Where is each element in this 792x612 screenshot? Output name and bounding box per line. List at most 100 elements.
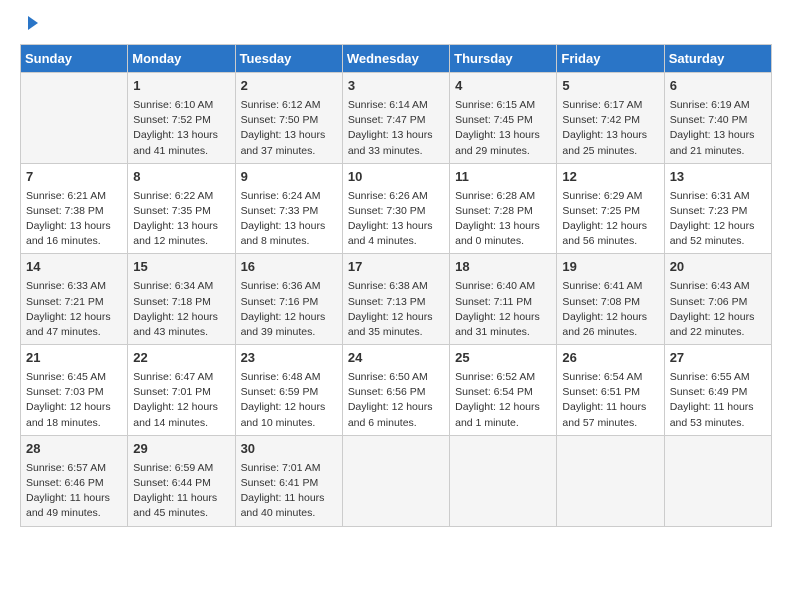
day-info: Sunrise: 6:45 AM Sunset: 7:03 PM Dayligh…: [26, 370, 122, 431]
calendar-cell: 2 Sunrise: 6:12 AM Sunset: 7:50 PM Daylig…: [235, 73, 342, 164]
day-info: Sunrise: 6:31 AM Sunset: 7:23 PM Dayligh…: [670, 189, 766, 250]
day-number: 30: [241, 440, 337, 459]
day-info: Sunrise: 6:29 AM Sunset: 7:25 PM Dayligh…: [562, 189, 658, 250]
calendar-cell: 4 Sunrise: 6:15 AM Sunset: 7:45 PM Daylig…: [450, 73, 557, 164]
day-number: 21: [26, 349, 122, 368]
day-number: 7: [26, 168, 122, 187]
day-number: 10: [348, 168, 444, 187]
calendar-cell: [21, 73, 128, 164]
day-number: 19: [562, 258, 658, 277]
calendar-table: SundayMondayTuesdayWednesdayThursdayFrid…: [20, 44, 772, 527]
day-number: 11: [455, 168, 551, 187]
calendar-cell: 22Sunrise: 6:47 AM Sunset: 7:01 PM Dayli…: [128, 345, 235, 436]
day-number: 3: [348, 77, 444, 96]
day-number: 9: [241, 168, 337, 187]
logo-triangle-icon: [22, 14, 40, 32]
day-number: 23: [241, 349, 337, 368]
day-info: Sunrise: 6:36 AM Sunset: 7:16 PM Dayligh…: [241, 279, 337, 340]
calendar-header: SundayMondayTuesdayWednesdayThursdayFrid…: [21, 45, 772, 73]
day-number: 26: [562, 349, 658, 368]
day-number: 25: [455, 349, 551, 368]
calendar-week-2: 7 Sunrise: 6:21 AM Sunset: 7:38 PM Daylig…: [21, 163, 772, 254]
day-info: Sunrise: 6:43 AM Sunset: 7:06 PM Dayligh…: [670, 279, 766, 340]
day-number: 15: [133, 258, 229, 277]
day-info: Sunrise: 6:34 AM Sunset: 7:18 PM Dayligh…: [133, 279, 229, 340]
calendar-cell: 29 Sunrise: 6:59 AM Sunset: 6:44 PM Dayli…: [128, 435, 235, 526]
header-day-friday: Friday: [557, 45, 664, 73]
day-info: Sunrise: 6:24 AM Sunset: 7:33 PM Dayligh…: [241, 189, 337, 250]
day-info: Sunrise: 6:48 AM Sunset: 6:59 PM Dayligh…: [241, 370, 337, 431]
calendar-cell: 17 Sunrise: 6:38 AM Sunset: 7:13 PM Dayli…: [342, 254, 449, 345]
day-info: Sunrise: 6:14 AM Sunset: 7:47 PM Dayligh…: [348, 98, 444, 159]
calendar-cell: 25Sunrise: 6:52 AM Sunset: 6:54 PM Dayli…: [450, 345, 557, 436]
calendar-cell: 18 Sunrise: 6:40 AM Sunset: 7:11 PM Dayli…: [450, 254, 557, 345]
day-number: 5: [562, 77, 658, 96]
calendar-cell: 14 Sunrise: 6:33 AM Sunset: 7:21 PM Dayli…: [21, 254, 128, 345]
calendar-cell: 13Sunrise: 6:31 AM Sunset: 7:23 PM Dayli…: [664, 163, 771, 254]
day-info: Sunrise: 6:41 AM Sunset: 7:08 PM Dayligh…: [562, 279, 658, 340]
day-info: Sunrise: 6:12 AM Sunset: 7:50 PM Dayligh…: [241, 98, 337, 159]
calendar-cell: 15 Sunrise: 6:34 AM Sunset: 7:18 PM Dayli…: [128, 254, 235, 345]
calendar-cell: 28 Sunrise: 6:57 AM Sunset: 6:46 PM Dayli…: [21, 435, 128, 526]
calendar-cell: 11 Sunrise: 6:28 AM Sunset: 7:28 PM Dayli…: [450, 163, 557, 254]
calendar-cell: [664, 435, 771, 526]
calendar-cell: 19 Sunrise: 6:41 AM Sunset: 7:08 PM Dayli…: [557, 254, 664, 345]
day-info: Sunrise: 6:54 AM Sunset: 6:51 PM Dayligh…: [562, 370, 658, 431]
day-info: Sunrise: 6:59 AM Sunset: 6:44 PM Dayligh…: [133, 461, 229, 522]
day-number: 20: [670, 258, 766, 277]
day-number: 4: [455, 77, 551, 96]
day-info: Sunrise: 6:26 AM Sunset: 7:30 PM Dayligh…: [348, 189, 444, 250]
logo: [20, 20, 40, 28]
calendar-cell: [450, 435, 557, 526]
day-number: 28: [26, 440, 122, 459]
day-number: 27: [670, 349, 766, 368]
calendar-cell: 6 Sunrise: 6:19 AM Sunset: 7:40 PM Daylig…: [664, 73, 771, 164]
header-day-sunday: Sunday: [21, 45, 128, 73]
day-info: Sunrise: 7:01 AM Sunset: 6:41 PM Dayligh…: [241, 461, 337, 522]
day-info: Sunrise: 6:57 AM Sunset: 6:46 PM Dayligh…: [26, 461, 122, 522]
day-info: Sunrise: 6:28 AM Sunset: 7:28 PM Dayligh…: [455, 189, 551, 250]
calendar-cell: 27 Sunrise: 6:55 AM Sunset: 6:49 PM Dayli…: [664, 345, 771, 436]
day-number: 29: [133, 440, 229, 459]
header-day-tuesday: Tuesday: [235, 45, 342, 73]
day-number: 6: [670, 77, 766, 96]
day-info: Sunrise: 6:22 AM Sunset: 7:35 PM Dayligh…: [133, 189, 229, 250]
page-header: [20, 20, 772, 28]
calendar-cell: 5Sunrise: 6:17 AM Sunset: 7:42 PM Daylig…: [557, 73, 664, 164]
calendar-cell: 26 Sunrise: 6:54 AM Sunset: 6:51 PM Dayli…: [557, 345, 664, 436]
day-info: Sunrise: 6:50 AM Sunset: 6:56 PM Dayligh…: [348, 370, 444, 431]
day-number: 12: [562, 168, 658, 187]
day-info: Sunrise: 6:33 AM Sunset: 7:21 PM Dayligh…: [26, 279, 122, 340]
day-info: Sunrise: 6:15 AM Sunset: 7:45 PM Dayligh…: [455, 98, 551, 159]
day-number: 1: [133, 77, 229, 96]
calendar-cell: 9 Sunrise: 6:24 AM Sunset: 7:33 PM Daylig…: [235, 163, 342, 254]
day-number: 16: [241, 258, 337, 277]
header-day-monday: Monday: [128, 45, 235, 73]
calendar-week-5: 28 Sunrise: 6:57 AM Sunset: 6:46 PM Dayli…: [21, 435, 772, 526]
calendar-week-1: 1Sunrise: 6:10 AM Sunset: 7:52 PM Daylig…: [21, 73, 772, 164]
day-info: Sunrise: 6:55 AM Sunset: 6:49 PM Dayligh…: [670, 370, 766, 431]
calendar-week-4: 21 Sunrise: 6:45 AM Sunset: 7:03 PM Dayli…: [21, 345, 772, 436]
calendar-cell: 7 Sunrise: 6:21 AM Sunset: 7:38 PM Daylig…: [21, 163, 128, 254]
day-number: 24: [348, 349, 444, 368]
calendar-body: 1Sunrise: 6:10 AM Sunset: 7:52 PM Daylig…: [21, 73, 772, 527]
day-number: 2: [241, 77, 337, 96]
day-number: 8: [133, 168, 229, 187]
header-day-thursday: Thursday: [450, 45, 557, 73]
calendar-cell: 30 Sunrise: 7:01 AM Sunset: 6:41 PM Dayli…: [235, 435, 342, 526]
calendar-week-3: 14 Sunrise: 6:33 AM Sunset: 7:21 PM Dayli…: [21, 254, 772, 345]
day-info: Sunrise: 6:19 AM Sunset: 7:40 PM Dayligh…: [670, 98, 766, 159]
day-number: 14: [26, 258, 122, 277]
header-row: SundayMondayTuesdayWednesdayThursdayFrid…: [21, 45, 772, 73]
day-info: Sunrise: 6:40 AM Sunset: 7:11 PM Dayligh…: [455, 279, 551, 340]
day-number: 17: [348, 258, 444, 277]
day-number: 22: [133, 349, 229, 368]
calendar-cell: 8 Sunrise: 6:22 AM Sunset: 7:35 PM Daylig…: [128, 163, 235, 254]
day-info: Sunrise: 6:38 AM Sunset: 7:13 PM Dayligh…: [348, 279, 444, 340]
calendar-cell: 16 Sunrise: 6:36 AM Sunset: 7:16 PM Dayli…: [235, 254, 342, 345]
day-info: Sunrise: 6:21 AM Sunset: 7:38 PM Dayligh…: [26, 189, 122, 250]
calendar-cell: [342, 435, 449, 526]
calendar-cell: 24 Sunrise: 6:50 AM Sunset: 6:56 PM Dayli…: [342, 345, 449, 436]
day-number: 18: [455, 258, 551, 277]
calendar-cell: 20 Sunrise: 6:43 AM Sunset: 7:06 PM Dayli…: [664, 254, 771, 345]
